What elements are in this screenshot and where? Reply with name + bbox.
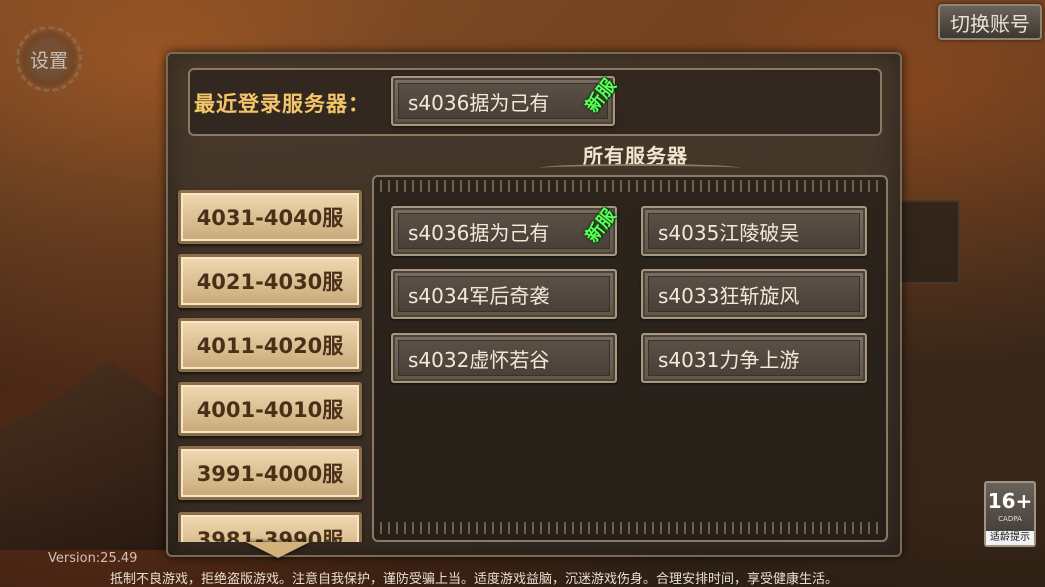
health-notice: 抵制不良游戏，拒绝盗版游戏。注意自我保护，谨防受骗上当。适度游戏益脑，沉迷游戏伤…: [110, 572, 839, 587]
server-button[interactable]: s4031力争上游: [641, 333, 867, 383]
age-rating-text: 16+: [987, 489, 1033, 513]
settings-gear-button[interactable]: 设置: [16, 26, 82, 92]
range-tab[interactable]: 4001-4010服: [178, 382, 362, 436]
recent-server-label: 最近登录服务器：: [194, 92, 370, 116]
switch-account-button[interactable]: 切换账号: [938, 4, 1042, 40]
server-range-list[interactable]: 4031-4040服 4021-4030服 4011-4020服 4001-40…: [170, 186, 370, 542]
age-rating-badge: 16+ CADPA 适龄提示: [984, 481, 1036, 547]
bottom-pattern-border: [380, 522, 880, 534]
range-tab[interactable]: 4021-4030服: [178, 254, 362, 308]
server-button[interactable]: s4035江陵破吴: [641, 206, 867, 256]
top-pattern-border: [380, 180, 880, 192]
range-tab[interactable]: 3991-4000服: [178, 446, 362, 500]
server-name: s4031力争上游: [648, 340, 860, 376]
server-name: s4033狂斩旋风: [648, 276, 860, 312]
background-banner: [896, 200, 960, 284]
server-name: s4032虚怀若谷: [398, 340, 610, 376]
title-decoration: [540, 164, 740, 172]
cadpa-text: CADPA: [998, 515, 1022, 523]
recent-server-name: s4036据为己有: [398, 83, 608, 119]
server-button[interactable]: s4032虚怀若谷: [391, 333, 617, 383]
range-tab[interactable]: 4011-4020服: [178, 318, 362, 372]
range-tab[interactable]: 4031-4040服: [178, 190, 362, 244]
server-button[interactable]: s4034军后奇袭: [391, 269, 617, 319]
server-name: s4034军后奇袭: [398, 276, 610, 312]
scroll-down-arrow-icon[interactable]: [246, 542, 310, 558]
age-tip-text: 适龄提示: [986, 531, 1034, 545]
version-text: Version:25.49: [48, 551, 138, 566]
background-fortress: [0, 360, 180, 550]
settings-label: 设置: [29, 49, 68, 72]
range-tab[interactable]: 3981-3990服: [178, 512, 362, 542]
server-name: s4035江陵破吴: [648, 213, 860, 249]
server-button[interactable]: s4033狂斩旋风: [641, 269, 867, 319]
